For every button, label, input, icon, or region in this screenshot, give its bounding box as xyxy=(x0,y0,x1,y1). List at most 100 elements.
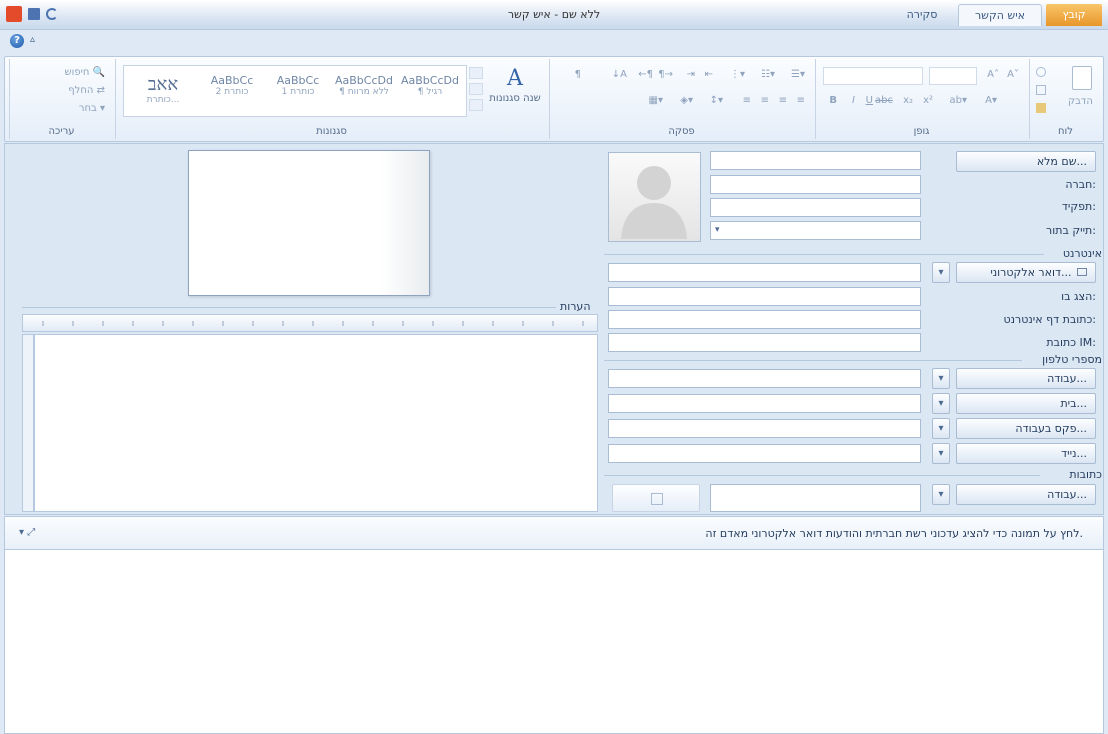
email-field[interactable] xyxy=(608,263,921,282)
business-address-dropdown[interactable]: ▾ xyxy=(932,484,950,505)
help-icon[interactable]: ? xyxy=(10,34,24,48)
paste-button[interactable]: הדבק xyxy=(1065,63,1097,121)
web-page-label: כתובת דף אינטרנט: xyxy=(1003,313,1096,326)
email-dropdown[interactable]: ▾ xyxy=(932,262,950,283)
styles-more[interactable] xyxy=(469,99,483,111)
sort-icon[interactable]: ↓A xyxy=(612,69,627,80)
superscript-icon[interactable]: x² xyxy=(923,95,933,106)
home-phone-dropdown[interactable]: ▾ xyxy=(932,393,950,414)
underline-icon[interactable]: U xyxy=(866,95,873,106)
display-as-field[interactable] xyxy=(608,287,921,306)
font-group: A˄ A˅ B I U abc x₂ x² ab▾ A▾ גופן xyxy=(815,59,1027,139)
home-phone-field[interactable] xyxy=(608,394,921,413)
im-address-field[interactable] xyxy=(608,333,921,352)
tab-review[interactable]: סקירה xyxy=(892,4,952,26)
change-styles-button[interactable]: A שנה סגנונות xyxy=(487,63,543,123)
business-fax-button[interactable]: פקס בעבודה... xyxy=(956,418,1096,439)
business-fax-field[interactable] xyxy=(608,419,921,438)
full-name-button[interactable]: שם מלא... xyxy=(956,151,1096,172)
business-phone-field[interactable] xyxy=(608,369,921,388)
business-phone-button[interactable]: עבודה... xyxy=(956,368,1096,389)
borders-icon[interactable]: ▦▾ xyxy=(649,95,663,106)
style-normal[interactable]: AaBbCcDd ¶ רגיל xyxy=(398,70,462,110)
notes-divider xyxy=(22,307,556,308)
style-heading-2[interactable]: AaBbCc כותרת 2 xyxy=(200,70,264,110)
change-styles-icon: A xyxy=(507,66,523,91)
cut-icon[interactable] xyxy=(1036,67,1046,77)
multilevel-list-icon[interactable]: ⋮▾ xyxy=(730,69,745,80)
mobile-phone-button[interactable]: נייד... xyxy=(956,443,1096,464)
map-it-button[interactable] xyxy=(612,484,700,512)
align-right-icon[interactable]: ≡ xyxy=(797,95,805,106)
vertical-ruler[interactable] xyxy=(22,334,34,512)
people-pane-expand-icon[interactable]: ▾ ⤢ xyxy=(19,527,35,538)
shrink-font-icon[interactable]: A˅ xyxy=(1007,69,1019,80)
email-button[interactable]: דואר אלקטרוני... xyxy=(956,262,1096,283)
email-icon xyxy=(1077,268,1087,276)
clipboard-icon xyxy=(1072,66,1092,90)
font-name-dropdown[interactable] xyxy=(823,67,923,85)
chevron-down-icon: ▾ xyxy=(715,225,720,235)
tab-contact[interactable]: איש הקשר xyxy=(958,4,1042,26)
phones-section-divider xyxy=(604,360,1022,361)
format-painter-icon[interactable] xyxy=(1036,103,1046,113)
notes-editor[interactable] xyxy=(34,334,598,512)
grow-font-icon[interactable]: A˄ xyxy=(987,69,999,80)
company-label: חברה: xyxy=(1065,178,1096,191)
business-address-field[interactable] xyxy=(710,484,921,512)
horizontal-ruler[interactable] xyxy=(22,314,598,332)
style-title[interactable]: אאב כותרת... xyxy=(128,70,198,110)
bold-icon[interactable]: B xyxy=(829,95,837,106)
ruler-ticks-icon xyxy=(42,321,584,326)
rtl-icon[interactable]: ←¶ xyxy=(638,69,653,80)
business-fax-dropdown[interactable]: ▾ xyxy=(932,418,950,439)
mobile-phone-dropdown[interactable]: ▾ xyxy=(932,443,950,464)
paragraph-group: ☰▾ ☷▾ ⋮▾ ⇤ ⇥ ¶→ ←¶ ↓A ¶ ≡ ≡ ≡ ≡ ↕▾ ◈▾ ▦▾… xyxy=(549,59,813,139)
style-no-spacing[interactable]: AaBbCcDd ¶ ללא מרווח xyxy=(332,70,396,110)
increase-indent-icon[interactable]: ⇥ xyxy=(687,69,695,80)
align-center-icon[interactable]: ≡ xyxy=(779,95,787,106)
home-phone-button[interactable]: בית... xyxy=(956,393,1096,414)
mobile-phone-field[interactable] xyxy=(608,444,921,463)
font-color-icon[interactable]: A▾ xyxy=(985,95,997,106)
quick-styles-gallery[interactable]: AaBbCcDd ¶ רגיל AaBbCcDd ¶ ללא מרווח AaB… xyxy=(123,65,467,117)
contact-photo[interactable] xyxy=(608,152,701,242)
file-as-dropdown[interactable]: ▾ xyxy=(710,221,921,240)
clipboard-group-label: לוח xyxy=(1058,126,1073,137)
business-address-button[interactable]: עבודה... xyxy=(956,484,1096,505)
highlight-icon[interactable]: ab▾ xyxy=(950,95,968,106)
business-card-preview[interactable] xyxy=(188,150,430,296)
styles-group-label: סגנונות xyxy=(316,126,347,137)
ltr-icon[interactable]: ¶→ xyxy=(658,69,673,80)
phones-section-label: מספרי טלפון xyxy=(1042,353,1102,366)
find-button[interactable]: חיפוש 🔍 xyxy=(65,67,105,78)
tab-file[interactable]: קובץ xyxy=(1046,4,1102,26)
justify-icon[interactable]: ≡ xyxy=(743,95,751,106)
web-page-field[interactable] xyxy=(608,310,921,329)
style-heading-1[interactable]: AaBbCc כותרת 1 xyxy=(266,70,330,110)
people-pane-header: ▾ ⤢ לחץ על תמונה כדי להציג עדכוני רשת חב… xyxy=(4,516,1104,550)
styles-scroll-up[interactable] xyxy=(469,67,483,79)
decrease-indent-icon[interactable]: ⇤ xyxy=(705,69,713,80)
replace-button[interactable]: החלף ⇄ xyxy=(68,85,105,96)
person-silhouette-icon xyxy=(621,166,687,239)
align-left-icon[interactable]: ≡ xyxy=(761,95,769,106)
copy-icon[interactable] xyxy=(1036,85,1046,95)
company-field[interactable] xyxy=(710,175,921,194)
numbering-icon[interactable]: ☷▾ xyxy=(761,69,775,80)
italic-icon[interactable]: I xyxy=(852,95,855,106)
internet-section-divider xyxy=(604,254,1044,255)
styles-scroll-down[interactable] xyxy=(469,83,483,95)
subscript-icon[interactable]: x₂ xyxy=(903,95,913,106)
job-title-field[interactable] xyxy=(710,198,921,217)
show-marks-icon[interactable]: ¶ xyxy=(575,69,581,80)
business-phone-dropdown[interactable]: ▾ xyxy=(932,368,950,389)
font-size-dropdown[interactable] xyxy=(929,67,977,85)
strikethrough-icon[interactable]: abc xyxy=(875,95,893,106)
full-name-field[interactable] xyxy=(710,151,921,170)
shading-icon[interactable]: ◈▾ xyxy=(680,95,693,106)
bullets-icon[interactable]: ☰▾ xyxy=(791,69,805,80)
select-button[interactable]: בחר ▾ xyxy=(79,103,105,114)
ribbon-minimize-icon[interactable]: ▵ xyxy=(30,34,35,45)
line-spacing-icon[interactable]: ↕▾ xyxy=(710,95,723,106)
